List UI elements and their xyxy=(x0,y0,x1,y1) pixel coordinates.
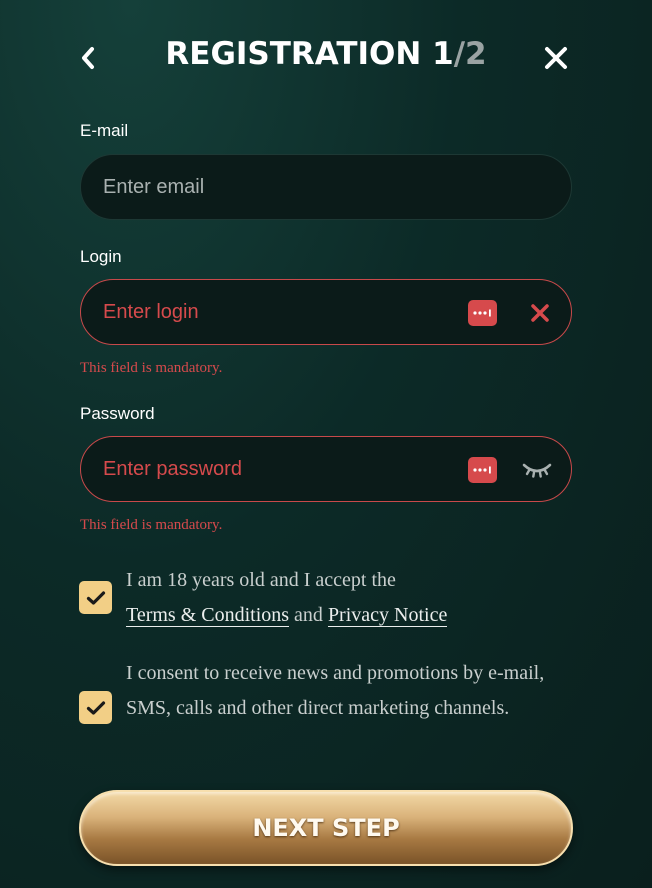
privacy-link[interactable]: Privacy Notice xyxy=(327,604,448,627)
checkmark-icon xyxy=(86,700,105,715)
header: REGISTRATION 1/2 xyxy=(0,0,652,116)
terms-consent-prefix: I am 18 years old and I accept the xyxy=(126,569,396,591)
email-field-container xyxy=(80,154,572,220)
checkmark-icon xyxy=(86,590,105,605)
terms-conjunction: and xyxy=(294,604,323,626)
email-label: E-mail xyxy=(80,121,129,140)
terms-consent-text: I am 18 years old and I accept the Terms… xyxy=(126,563,576,633)
step-total: /2 xyxy=(453,36,487,72)
eye-closed-icon[interactable] xyxy=(520,455,554,485)
password-manager-icon[interactable] xyxy=(468,300,497,326)
marketing-checkbox[interactable] xyxy=(79,691,112,724)
login-field[interactable] xyxy=(103,280,463,344)
password-label: Password xyxy=(80,404,155,423)
password-manager-icon[interactable] xyxy=(468,457,497,483)
login-label: Login xyxy=(80,247,122,266)
terms-checkbox[interactable] xyxy=(79,581,112,614)
password-field[interactable] xyxy=(103,437,463,501)
login-field-container xyxy=(80,279,572,345)
close-button[interactable] xyxy=(538,40,574,76)
email-field[interactable] xyxy=(103,155,463,219)
terms-link[interactable]: Terms & Conditions xyxy=(126,604,290,627)
next-step-button[interactable]: NEXT STEP xyxy=(79,790,573,866)
marketing-consent-text: I consent to receive news and promotions… xyxy=(126,662,545,719)
password-field-container xyxy=(80,436,572,502)
clear-icon[interactable] xyxy=(527,300,553,326)
login-error-message: This field is mandatory. xyxy=(80,360,223,376)
title-text: REGISTRATION 1 xyxy=(165,36,454,72)
password-error-message: This field is mandatory. xyxy=(80,517,223,533)
close-icon xyxy=(545,47,567,69)
